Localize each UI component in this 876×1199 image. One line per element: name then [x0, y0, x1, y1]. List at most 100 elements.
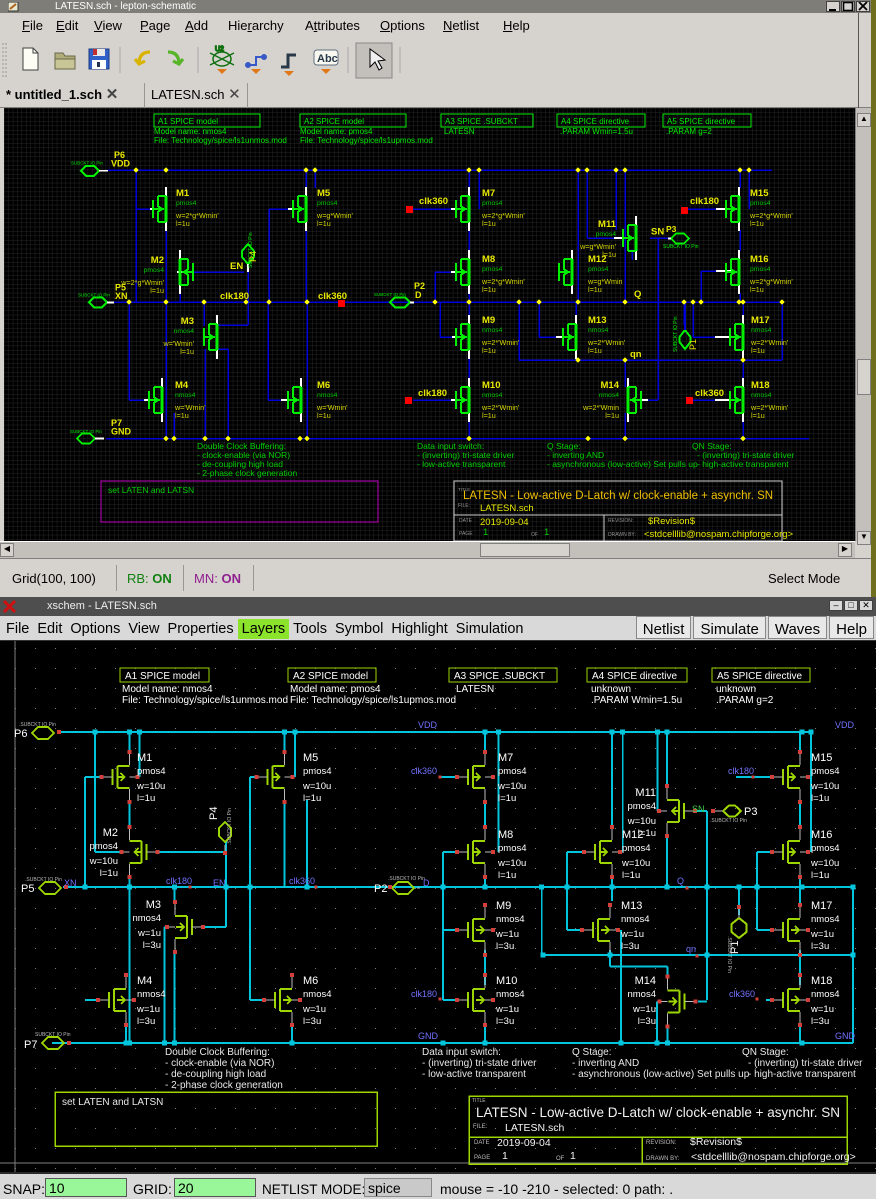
svg-text:Q: Q	[677, 876, 684, 886]
svg-text:DRAWN BY:: DRAWN BY:	[646, 1156, 680, 1162]
svg-text:l=1u: l=1u	[303, 793, 321, 804]
svg-text:PAGE: PAGE	[474, 1155, 490, 1161]
svg-text:nmos4: nmos4	[175, 392, 196, 399]
svg-text:<stdcelllib@nospam.chipforge.o: <stdcelllib@nospam.chipforge.org>	[691, 1151, 856, 1163]
svg-text:<stdcelllib@nospam.chipforge.o: <stdcelllib@nospam.chipforge.org>	[644, 529, 794, 540]
svg-text:TITLE: TITLE	[472, 1098, 486, 1104]
svg-text:nmos4: nmos4	[132, 913, 161, 924]
svg-text:nmos4: nmos4	[317, 392, 338, 399]
svg-text:l=3u: l=3u	[137, 1016, 155, 1027]
svg-text:pmos4: pmos4	[627, 801, 656, 812]
svg-text:pmos4: pmos4	[811, 843, 840, 854]
svg-text:SUBCKT IO Pin: SUBCKT IO Pin	[663, 244, 699, 250]
svg-text:LATESN.sch: LATESN.sch	[480, 503, 534, 514]
svg-text:M11: M11	[598, 219, 617, 230]
svg-text:l=3u: l=3u	[303, 1016, 321, 1027]
svg-text:M6: M6	[303, 975, 318, 987]
svg-text:clk360: clk360	[411, 766, 437, 776]
svg-text:File: Technology/spice/ls1upmo: File: Technology/spice/ls1upmos.mod	[300, 136, 433, 145]
svg-text:QN Stage:: QN Stage:	[742, 1047, 789, 1058]
svg-text:$Revision$: $Revision$	[690, 1136, 742, 1148]
svg-text:LATESN.sch: LATESN.sch	[505, 1122, 564, 1134]
svg-text:Model name: nmos4: Model name: nmos4	[122, 684, 213, 695]
svg-text:l=1u: l=1u	[482, 411, 496, 420]
svg-text:M14: M14	[601, 380, 620, 391]
svg-text:A2 SPICE model: A2 SPICE model	[304, 117, 364, 126]
svg-text:pmos4: pmos4	[317, 200, 338, 207]
svg-text:l=1u: l=1u	[482, 285, 496, 294]
svg-text:l=1u: l=1u	[811, 870, 829, 881]
svg-text:l=1u: l=1u	[150, 286, 164, 295]
svg-text:M13: M13	[621, 900, 642, 912]
svg-text:- high-active transparent: - high-active transparent	[748, 1069, 856, 1080]
svg-text:VDD: VDD	[835, 720, 855, 730]
svg-text:Q: Q	[634, 289, 641, 300]
svg-text:clk360: clk360	[695, 388, 724, 399]
svg-text:M2: M2	[103, 827, 118, 839]
svg-text:nmos4: nmos4	[496, 914, 525, 925]
svg-text:- high-active transparent: - high-active transparent	[697, 459, 789, 469]
svg-text:nmos4: nmos4	[588, 327, 609, 334]
svg-text:l=1u: l=1u	[622, 870, 640, 881]
svg-text:w=1u: w=1u	[810, 929, 834, 940]
svg-text:.SUBCKT IO Pin: .SUBCKT IO Pin	[227, 808, 233, 845]
svg-text:l=1u: l=1u	[588, 285, 602, 294]
svg-text:- low-active transparent: - low-active transparent	[417, 459, 506, 469]
svg-text:l=1u: l=1u	[588, 346, 602, 355]
svg-text:SN: SN	[692, 804, 705, 814]
svg-text:A3 SPICE .SUBCKT: A3 SPICE .SUBCKT	[445, 117, 518, 126]
svg-text:M9: M9	[496, 900, 511, 912]
svg-text:Model name: nmos4: Model name: nmos4	[154, 127, 227, 136]
svg-text:XN: XN	[115, 291, 128, 301]
svg-text:pmos4: pmos4	[811, 766, 840, 777]
svg-text:.PARAM g=2: .PARAM g=2	[666, 127, 712, 136]
svg-text:M1: M1	[137, 752, 152, 764]
svg-text:D: D	[423, 878, 430, 888]
svg-text:w=1u: w=1u	[302, 1004, 326, 1015]
svg-text:nmos4: nmos4	[496, 989, 525, 1000]
svg-text:nmos4: nmos4	[811, 989, 840, 1000]
svg-text:- low-active transparent: - low-active transparent	[422, 1069, 526, 1080]
svg-text:l=3u: l=3u	[621, 941, 639, 952]
svg-text:nmos4: nmos4	[627, 989, 656, 1000]
svg-text:w=10u: w=10u	[497, 781, 526, 792]
svg-text:set LATEN and LATSN: set LATEN and LATSN	[62, 1097, 163, 1108]
svg-text:qn: qn	[630, 349, 642, 360]
svg-text:P7: P7	[24, 1039, 37, 1051]
svg-text:OF: OF	[531, 532, 538, 538]
svg-text:M17: M17	[811, 900, 832, 912]
svg-text:clk180: clk180	[411, 989, 437, 999]
svg-text:qn: qn	[686, 944, 696, 954]
svg-text:clk180: clk180	[690, 196, 719, 207]
svg-text:pmos4: pmos4	[144, 267, 165, 274]
svg-text:l=1u: l=1u	[605, 411, 619, 420]
svg-text:pmos4: pmos4	[137, 766, 166, 777]
svg-text:P4: P4	[208, 807, 220, 820]
svg-text:pmos4: pmos4	[482, 200, 503, 207]
svg-text:Model name: pmos4: Model name: pmos4	[300, 127, 373, 136]
svg-text:nmos4: nmos4	[303, 989, 332, 1000]
svg-text:2019-09-04: 2019-09-04	[497, 1137, 551, 1149]
svg-text:LATESN: LATESN	[456, 684, 494, 695]
svg-text:LATESN - Low-active D-Latch w/: LATESN - Low-active D-Latch w/ clock-ena…	[463, 490, 773, 502]
svg-text:nmos4: nmos4	[137, 989, 166, 1000]
svg-text:pmos4: pmos4	[498, 843, 527, 854]
svg-text:M16: M16	[750, 254, 768, 265]
svg-text:- 2-phase clock generation: - 2-phase clock generation	[197, 468, 297, 478]
svg-text:M2: M2	[151, 255, 164, 266]
svg-text:- 2-phase clock generation: - 2-phase clock generation	[165, 1080, 283, 1091]
svg-text:nmos4: nmos4	[174, 328, 195, 335]
svg-text:SUBCKT IO Pin: SUBCKT IO Pin	[35, 1032, 71, 1038]
svg-text:l=1u: l=1u	[317, 219, 331, 228]
svg-text:nmos4: nmos4	[751, 392, 772, 399]
svg-text:M1: M1	[176, 188, 190, 199]
svg-text:M10: M10	[496, 975, 517, 987]
svg-text:l=3u: l=3u	[638, 1016, 656, 1027]
svg-text:l=3u: l=3u	[811, 941, 829, 952]
svg-text:set LATEN and LATSN: set LATEN and LATSN	[108, 485, 194, 495]
svg-text:pmos4: pmos4	[482, 266, 503, 273]
svg-text:pmos4: pmos4	[596, 231, 617, 238]
svg-text:w=10u: w=10u	[810, 781, 839, 792]
svg-text:- (inverting) tri-state driver: - (inverting) tri-state driver	[422, 1058, 537, 1069]
svg-text:1: 1	[570, 1150, 576, 1162]
